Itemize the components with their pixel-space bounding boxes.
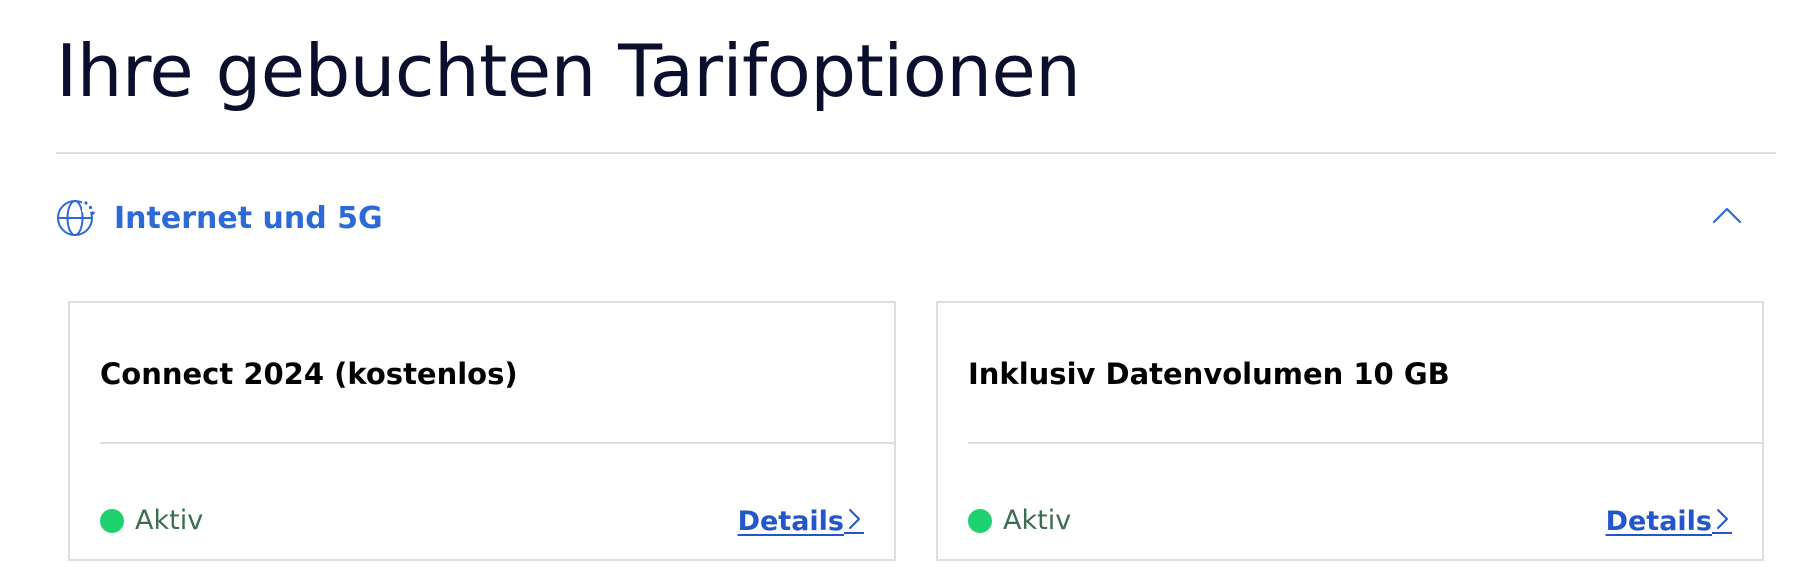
- card-divider: [968, 442, 1762, 444]
- status-label: Aktiv: [1003, 505, 1072, 536]
- chevron-up-icon[interactable]: [1712, 200, 1742, 230]
- status-dot-icon: [100, 508, 124, 533]
- status-indicator: Aktiv: [100, 505, 203, 536]
- tariff-option-cards: Connect 2024 (kostenlos) Aktiv Details I…: [68, 301, 1776, 563]
- tariff-option-card: Connect 2024 (kostenlos) Aktiv Details: [68, 301, 896, 561]
- chevron-right-icon: [844, 504, 864, 538]
- status-indicator: Aktiv: [968, 505, 1071, 536]
- section-title: Internet und 5G: [114, 200, 383, 236]
- details-link-label: Details: [1605, 505, 1712, 537]
- page-title: Ihre gebuchten Tarifoptionen: [56, 29, 1081, 113]
- card-divider: [100, 442, 894, 444]
- title-divider: [56, 152, 1776, 154]
- chevron-right-icon: [1712, 504, 1732, 538]
- globe-icon: [56, 198, 98, 238]
- details-link[interactable]: Details: [1606, 504, 1732, 538]
- status-dot-icon: [968, 508, 992, 533]
- status-label: Aktiv: [135, 505, 204, 536]
- tariff-option-card: Inklusiv Datenvolumen 10 GB Aktiv Detail…: [936, 301, 1764, 561]
- card-title: Inklusiv Datenvolumen 10 GB: [968, 357, 1450, 391]
- details-link[interactable]: Details: [738, 504, 864, 538]
- card-title: Connect 2024 (kostenlos): [100, 357, 518, 391]
- tariff-options-page: Ihre gebuchten Tarifoptionen Internet un…: [56, 0, 1776, 574]
- details-link-label: Details: [737, 505, 844, 537]
- section-header-internet-5g[interactable]: Internet und 5G: [56, 190, 1776, 246]
